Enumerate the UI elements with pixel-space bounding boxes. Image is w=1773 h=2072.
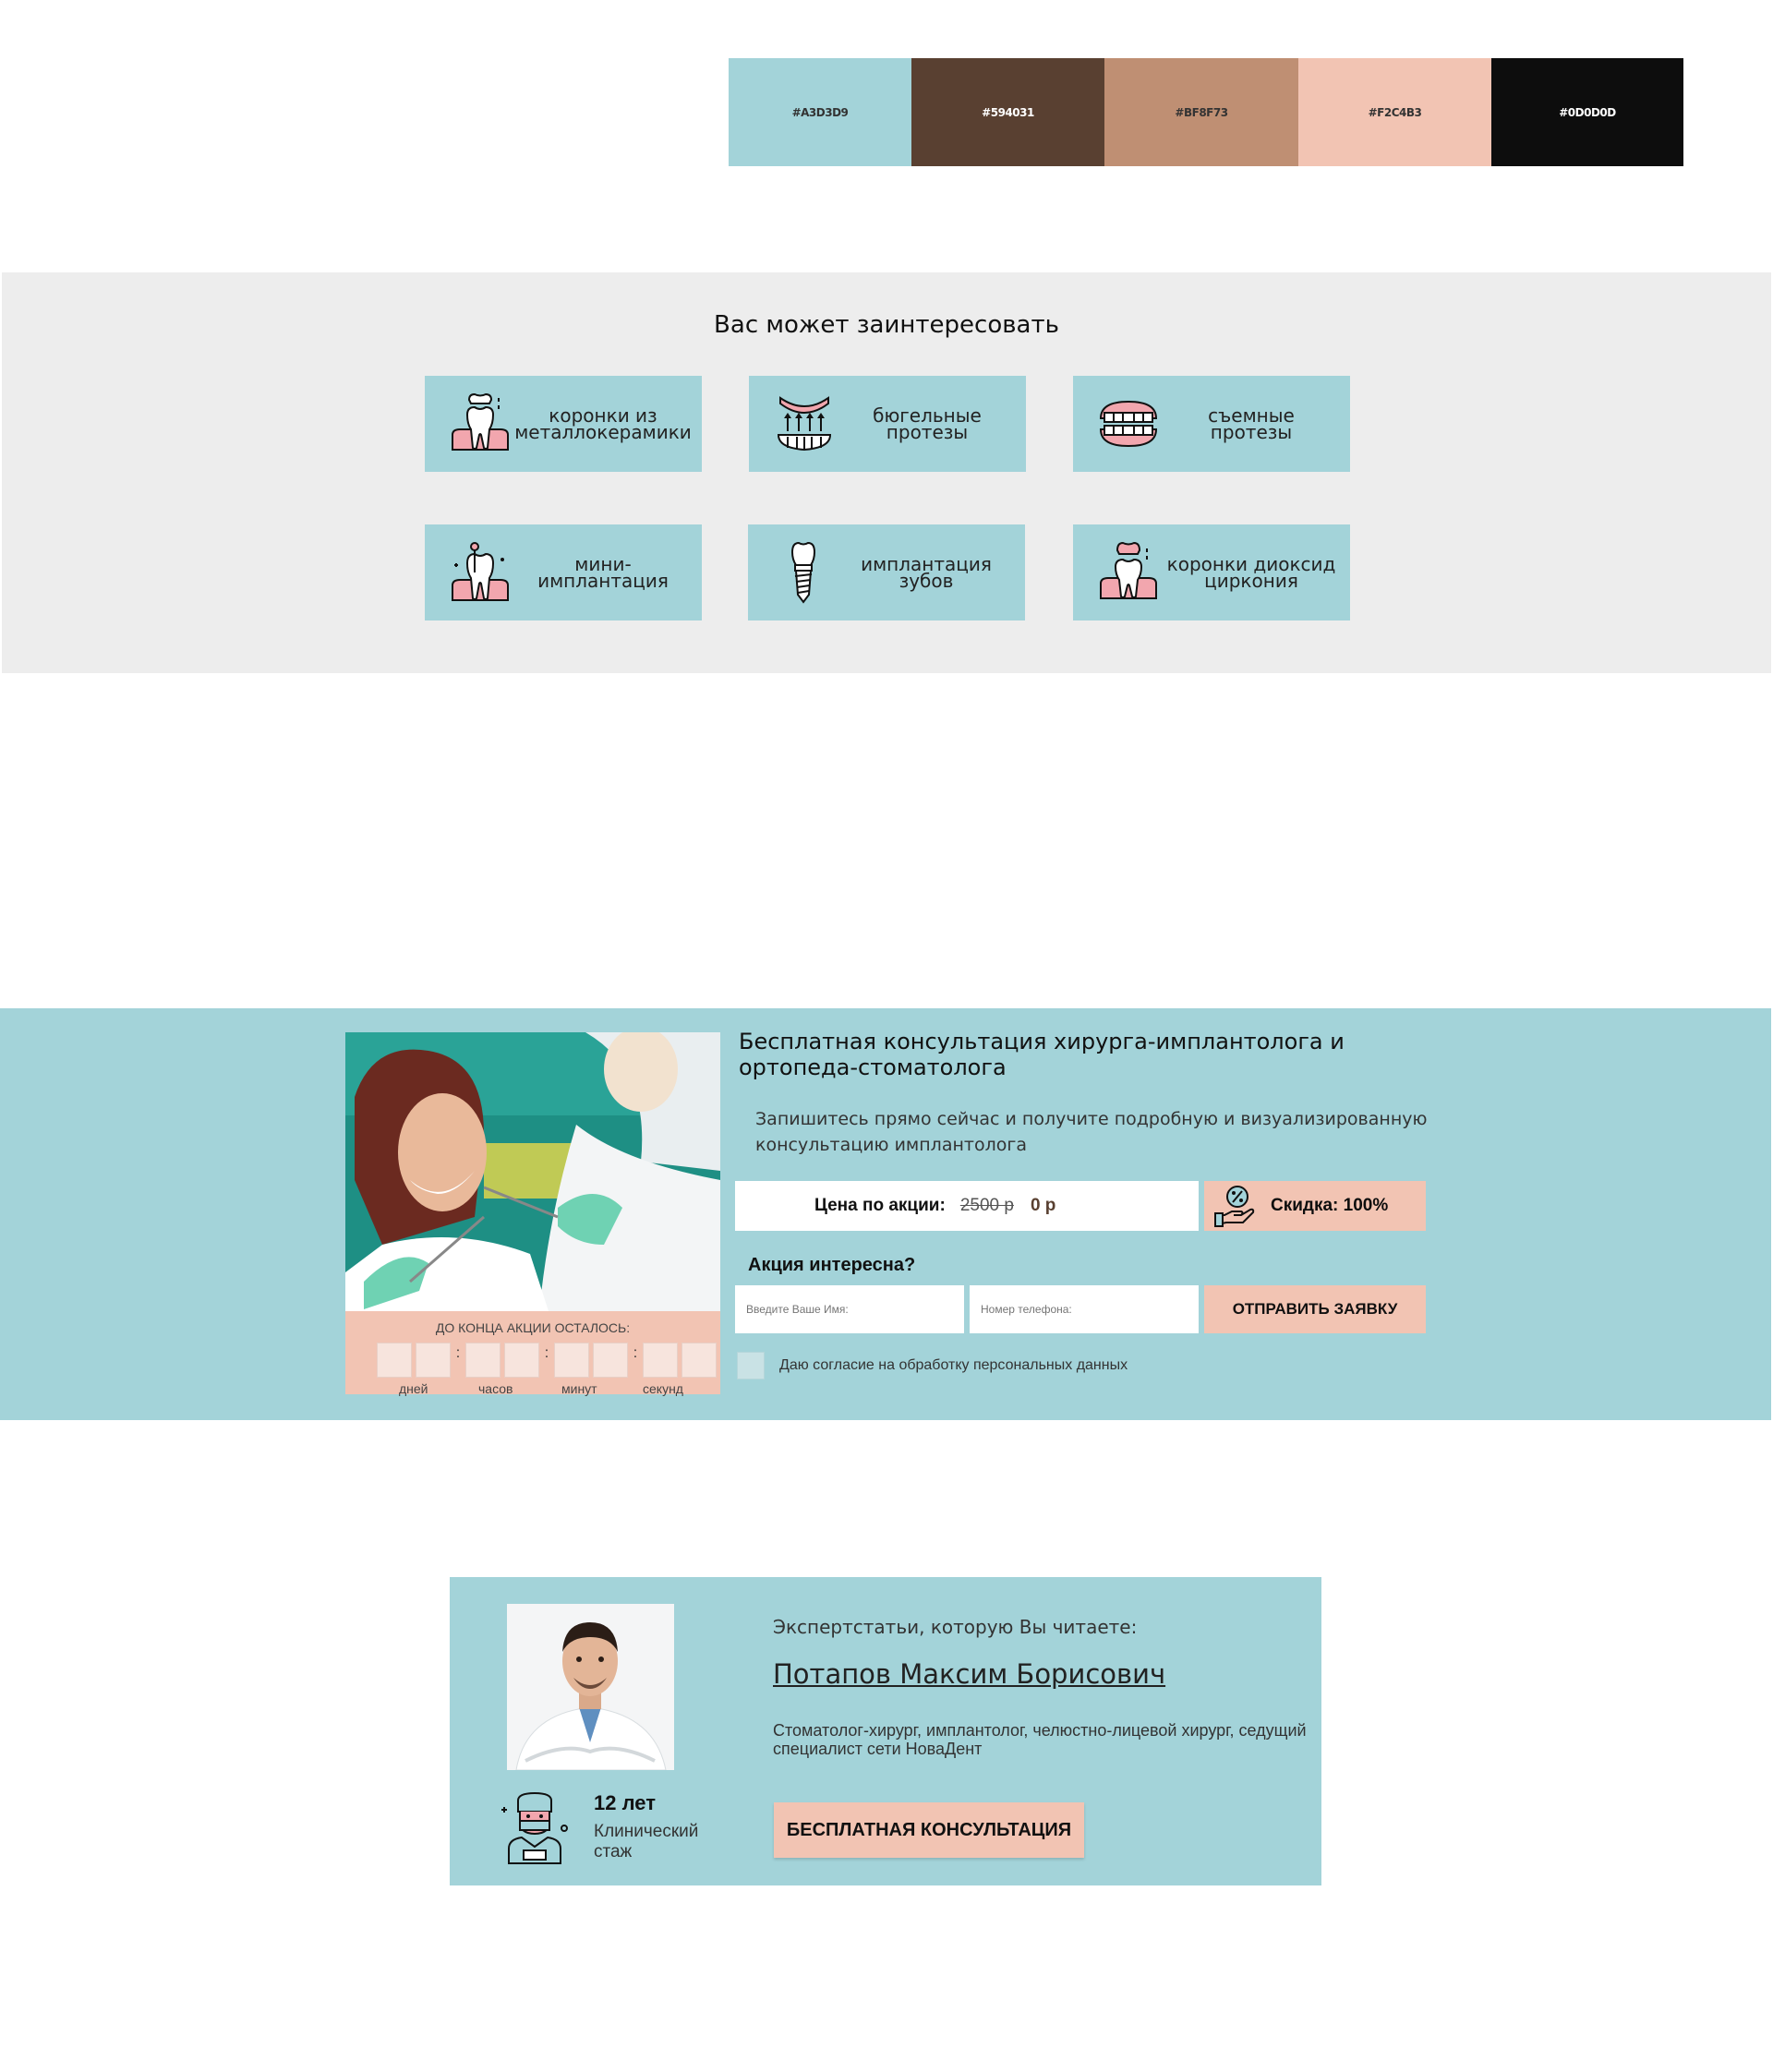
countdown-timer: ДО КОНЦА АКЦИИ ОСТАЛОСЬ: : : : дней часо… bbox=[345, 1311, 720, 1396]
digit-box bbox=[593, 1343, 628, 1378]
name-input[interactable] bbox=[735, 1285, 964, 1333]
service-card-metal-ceramic-crowns[interactable]: коронки из металлокерамики bbox=[425, 376, 702, 472]
swatch-3: #BF8F73 bbox=[1104, 58, 1298, 166]
separator: : bbox=[633, 1345, 638, 1361]
discount-hand-icon bbox=[1214, 1186, 1255, 1227]
dental-implant-icon bbox=[790, 541, 816, 604]
phone-input[interactable] bbox=[970, 1285, 1199, 1333]
promo-photo bbox=[345, 1032, 720, 1311]
card-label: бюгельные протезы bbox=[873, 404, 982, 443]
countdown-label: ДО КОНЦА АКЦИИ ОСТАЛОСЬ: bbox=[435, 1320, 631, 1335]
digit-box bbox=[643, 1343, 678, 1378]
unit-seconds: секунд bbox=[643, 1381, 683, 1396]
promo-title: Бесплатная консультация хирурга-импланто… bbox=[739, 1029, 1345, 1080]
swatch-label: #A3D3D9 bbox=[791, 105, 849, 119]
expert-photo bbox=[507, 1604, 674, 1770]
unit-hours: часов bbox=[478, 1381, 513, 1396]
digit-box bbox=[504, 1343, 539, 1378]
digit-box bbox=[416, 1343, 451, 1378]
swatch-label: #594031 bbox=[982, 105, 1034, 119]
new-price: 0 р bbox=[1030, 1196, 1056, 1215]
expert-name-link[interactable]: Потапов Максим Борисович bbox=[773, 1658, 1165, 1690]
tooth-crown-icon bbox=[452, 392, 509, 451]
zirconia-crown-icon bbox=[1100, 541, 1157, 599]
price-box: Цена по акции: 2500 р 0 р bbox=[735, 1181, 1199, 1231]
discount-text: Скидка: 100% bbox=[1271, 1196, 1389, 1215]
expert-description: Стоматолог-хирург, имплантолог, челюстно… bbox=[773, 1721, 1307, 1758]
separator: : bbox=[455, 1345, 461, 1361]
digit-box bbox=[681, 1343, 717, 1378]
card-label: съемные протезы bbox=[1208, 404, 1295, 443]
digit-box bbox=[465, 1343, 501, 1378]
old-price: 2500 р bbox=[959, 1196, 1014, 1215]
clasp-prosthesis-icon bbox=[777, 396, 832, 452]
consent-checkbox[interactable] bbox=[737, 1352, 765, 1379]
card-label: коронки из металлокерамики bbox=[514, 404, 692, 443]
service-card-mini-implantation[interactable]: мини- имплантация bbox=[425, 524, 702, 620]
swatch-4: #F2C4B3 bbox=[1298, 58, 1491, 166]
expert-label: Экспертстатьи, которую Вы читаете: bbox=[773, 1616, 1138, 1638]
promo-subtitle: Запишитесь прямо сейчас и получите подро… bbox=[755, 1109, 1428, 1155]
expert-section: 12 лет Клинический стаж Экспертстатьи, к… bbox=[450, 1577, 1321, 1885]
free-consultation-button[interactable]: БЕСПЛАТНАЯ КОНСУЛЬТАЦИЯ bbox=[774, 1802, 1084, 1858]
price-label: Цена по акции: bbox=[814, 1196, 946, 1215]
service-card-removable-dentures[interactable]: съемные протезы bbox=[1073, 376, 1350, 472]
mini-implant-icon bbox=[452, 542, 509, 601]
unit-minutes: минут bbox=[561, 1381, 597, 1396]
submit-button[interactable]: ОТПРАВИТЬ ЗАЯВКУ bbox=[1204, 1285, 1426, 1333]
swatch-2: #594031 bbox=[911, 58, 1104, 166]
swatch-label: #BF8F73 bbox=[1175, 105, 1228, 119]
swatch-5: #0D0D0D bbox=[1491, 58, 1683, 166]
consent-label: Даю согласие на обработку персональных д… bbox=[779, 1357, 1128, 1373]
promo-section: ДО КОНЦА АКЦИИ ОСТАЛОСЬ: : : : дней часо… bbox=[0, 1008, 1771, 1420]
form-question: Акция интересна? bbox=[748, 1255, 916, 1275]
interest-section: Вас может заинтересовать коронки из мета… bbox=[2, 272, 1771, 673]
card-label: имплантация зубов bbox=[861, 553, 992, 592]
swatch-label: #0D0D0D bbox=[1559, 105, 1616, 119]
service-card-dental-implantation[interactable]: имплантация зубов bbox=[748, 524, 1025, 620]
experience-years: 12 лет bbox=[594, 1791, 656, 1814]
separator: : bbox=[544, 1345, 549, 1361]
card-label: мини- имплантация bbox=[537, 553, 669, 592]
removable-dentures-icon bbox=[1099, 400, 1158, 448]
card-label: коронки диоксид циркония bbox=[1166, 553, 1336, 592]
surgeon-icon bbox=[501, 1791, 568, 1864]
swatch-label: #F2C4B3 bbox=[1368, 105, 1422, 119]
swatch-1: #A3D3D9 bbox=[729, 58, 911, 166]
experience-caption: Клинический стаж bbox=[594, 1822, 699, 1861]
unit-days: дней bbox=[399, 1381, 428, 1396]
digit-box bbox=[377, 1343, 412, 1378]
service-card-zirconia-crowns[interactable]: коронки диоксид циркония bbox=[1073, 524, 1350, 620]
countdown-digits: : : : bbox=[377, 1343, 720, 1378]
service-card-clasp-prosthesis[interactable]: бюгельные протезы bbox=[749, 376, 1026, 472]
digit-box bbox=[554, 1343, 589, 1378]
discount-badge: Скидка: 100% bbox=[1204, 1181, 1426, 1231]
section-title: Вас может заинтересовать bbox=[714, 311, 1059, 339]
color-palette: #A3D3D9 #594031 #BF8F73 #F2C4B3 #0D0D0D bbox=[729, 58, 1683, 166]
